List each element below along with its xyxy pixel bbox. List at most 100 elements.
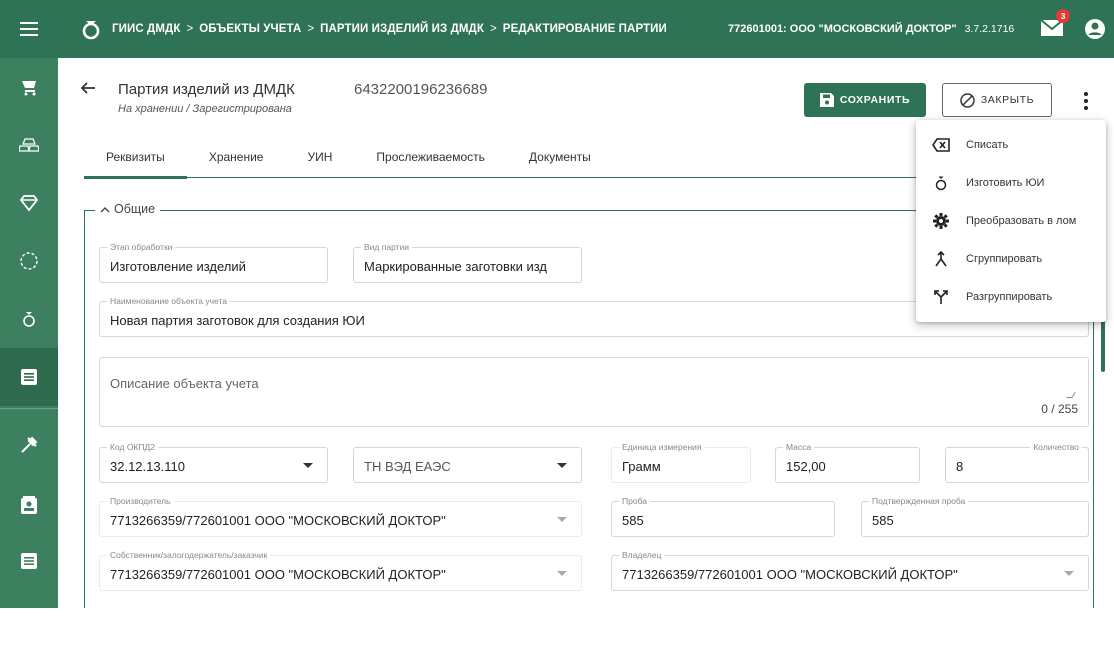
rail-divider <box>0 408 58 409</box>
breadcrumb-item-objects[interactable]: ОБЪЕКТЫ УЧЕТА <box>199 23 301 35</box>
page-title: Партия изделий из ДМДК <box>118 81 295 98</box>
field-value: Грамм <box>622 459 661 474</box>
okpd2-select[interactable]: Код ОКПД2 32.12.13.110 <box>99 442 328 483</box>
textarea-placeholder: Описание объекта учета <box>110 376 259 391</box>
dropdown-arrow-icon <box>557 463 567 468</box>
rail-item-contacts[interactable] <box>0 476 58 534</box>
rail-item-ring[interactable] <box>0 290 58 348</box>
mass-field[interactable]: Масса 152,00 <box>775 442 920 483</box>
more-dot <box>1084 92 1088 96</box>
field-label: Этап обработки <box>107 242 176 252</box>
tab-documents[interactable]: Документы <box>507 136 613 178</box>
field-value: 152,00 <box>786 459 826 474</box>
dropdown-arrow-icon <box>1064 571 1074 576</box>
tnved-select[interactable]: ТН ВЭД ЕАЭС <box>353 447 582 483</box>
breadcrumb-item-home[interactable]: ГИИС ДМДК <box>112 23 180 35</box>
account-button[interactable] <box>1084 18 1106 40</box>
field-label: Производитель <box>107 496 174 506</box>
field-value: 7713266359/772601001 ООО "МОСКОВСКИЙ ДОК… <box>110 567 446 582</box>
rail-item-more[interactable] <box>0 588 58 646</box>
menu-item-ungroup[interactable]: Разгруппировать <box>916 278 1106 316</box>
save-button[interactable]: СОХРАНИТЬ <box>804 83 926 117</box>
gold-bars-icon <box>19 138 39 152</box>
hamburger-menu-button[interactable] <box>0 0 58 58</box>
chevron-up-icon <box>100 206 110 212</box>
menu-item-label: Изготовить ЮИ <box>966 177 1045 189</box>
rail-item-cart[interactable] <box>0 58 58 116</box>
rail-item-circle[interactable] <box>0 232 58 290</box>
rail-item-bars[interactable] <box>0 116 58 174</box>
notification-badge: 3 <box>1056 9 1070 23</box>
manufacturer-select[interactable]: Производитель 7713266359/772601001 ООО "… <box>99 496 582 537</box>
batch-type-field[interactable]: Вид партии Маркированные заготовки изд <box>353 242 582 283</box>
field-value: Изготовление изделий <box>110 259 246 274</box>
tab-storage[interactable]: Хранение <box>187 136 286 178</box>
list-icon <box>21 369 37 385</box>
section-title: Общие <box>114 202 156 216</box>
logo-icon[interactable] <box>80 18 102 40</box>
breadcrumb-separator: > <box>307 23 315 35</box>
split-icon <box>934 290 948 304</box>
scrollbar[interactable] <box>1101 320 1105 372</box>
field-label: Количество <box>1030 442 1082 452</box>
tab-uin[interactable]: УИН <box>285 136 354 178</box>
tools-icon <box>21 436 38 453</box>
close-button[interactable]: ЗАКРЫТЬ <box>942 83 1052 117</box>
breadcrumb-separator: > <box>186 23 194 35</box>
cart-icon <box>22 81 36 96</box>
cancel-icon <box>960 92 975 108</box>
notifications-button[interactable]: 3 <box>1040 9 1070 38</box>
owner-pledgee-select[interactable]: Собственник/залогодержатель/заказчик 771… <box>99 550 582 591</box>
description-textarea[interactable]: Описание объекта учета 0 / 255 <box>99 357 1089 427</box>
tab-requisites[interactable]: Реквизиты <box>84 136 187 179</box>
ring-icon <box>23 312 35 327</box>
organization-selector[interactable]: 772601001: ООО "МОСКОВСКИЙ ДОКТОР" 3.7.2… <box>728 0 1014 58</box>
menu-item-convert-scrap[interactable]: Преобразовать в лом <box>916 202 1106 240</box>
breadcrumb-item-batches[interactable]: ПАРТИИ ИЗДЕЛИЙ ИЗ ДМДК <box>320 23 484 35</box>
field-value: 7713266359/772601001 ООО "МОСКОВСКИЙ ДОК… <box>622 567 958 582</box>
confirmed-assay-field[interactable]: Подтвержденная проба 585 <box>861 496 1089 537</box>
quantity-field[interactable]: Количество 8 <box>945 442 1089 483</box>
account-icon <box>1085 19 1105 39</box>
tab-traceability[interactable]: Прослеживаемость <box>354 136 507 178</box>
dropdown-arrow-icon <box>557 517 567 522</box>
app-version: 3.7.2.1716 <box>964 23 1015 35</box>
field-value: 8 <box>956 459 964 474</box>
assay-field[interactable]: Проба 585 <box>611 496 835 537</box>
menu-item-group[interactable]: Сгруппировать <box>916 240 1106 278</box>
menu-item-label: Списать <box>966 139 1009 151</box>
more-dot <box>1084 99 1088 103</box>
menu-item-write-off[interactable]: Списать <box>916 126 1106 164</box>
rail-item-registry[interactable] <box>0 532 58 590</box>
resize-handle[interactable] <box>1066 392 1076 398</box>
field-value: 585 <box>872 513 894 528</box>
breadcrumb-separator: > <box>489 23 497 35</box>
rail-item-tools[interactable] <box>0 416 58 474</box>
dropdown-arrow-icon <box>557 571 567 576</box>
rail-item-gems[interactable] <box>0 174 58 232</box>
backspace-icon <box>932 138 950 152</box>
owner-select[interactable]: Владелец 7713266359/772601001 ООО "МОСКО… <box>611 550 1089 591</box>
list-icon <box>21 553 37 569</box>
breadcrumb: ГИИС ДМДК > ОБЪЕКТЫ УЧЕТА > ПАРТИИ ИЗДЕЛ… <box>112 23 667 35</box>
dropdown-arrow-icon <box>303 463 313 468</box>
more-actions-button[interactable] <box>1076 88 1096 114</box>
menu-item-label: Разгруппировать <box>966 291 1053 303</box>
menu-item-make-jewelry[interactable]: Изготовить ЮИ <box>916 164 1106 202</box>
field-label: Наименование объекта учета <box>107 296 230 306</box>
section-toggle[interactable]: Общие <box>95 202 161 216</box>
menu-item-label: Преобразовать в лом <box>966 215 1077 227</box>
contact-card-icon <box>21 496 37 514</box>
field-label: Вид партии <box>361 242 412 252</box>
field-label: Единица измерения <box>619 442 705 452</box>
diamond-icon <box>20 195 38 212</box>
field-value: ТН ВЭД ЕАЭС <box>364 459 451 474</box>
batch-status: На хранении / Зарегистрирована <box>118 103 292 115</box>
rail-item-documents[interactable] <box>0 348 58 406</box>
top-bar: ГИИС ДМДК > ОБЪЕКТЫ УЧЕТА > ПАРТИИ ИЗДЕЛ… <box>0 0 1114 58</box>
field-label: Владелец <box>619 550 665 560</box>
char-counter: 0 / 255 <box>1041 402 1078 416</box>
actions-menu: Списать Изготовить ЮИ Преобразовать в ло… <box>916 120 1106 322</box>
back-button[interactable] <box>80 80 100 100</box>
stage-field[interactable]: Этап обработки Изготовление изделий <box>99 242 328 283</box>
